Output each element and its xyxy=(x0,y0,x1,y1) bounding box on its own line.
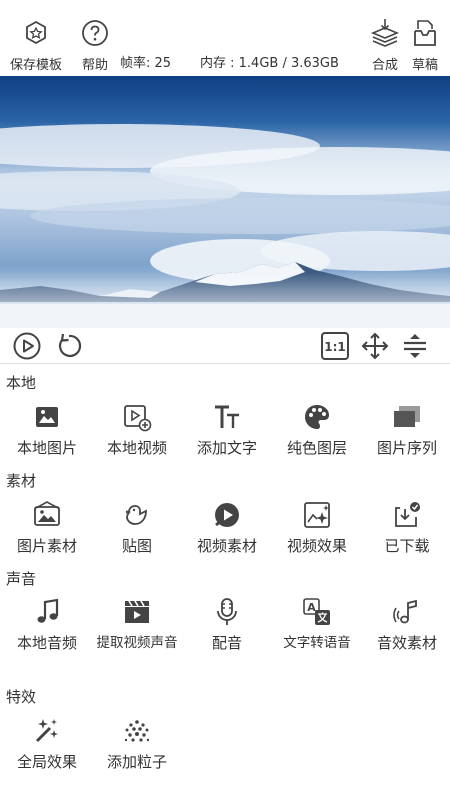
add-particles-label: 添加粒子 xyxy=(106,753,167,771)
video-material-button[interactable]: 视频素材 xyxy=(182,500,272,557)
memory-readout: 内存 : 1.4GB / 3.63GB xyxy=(200,56,339,71)
image-sequence-label: 图片序列 xyxy=(376,439,437,457)
local-audio-label: 本地音频 xyxy=(16,634,77,652)
sound-wave-note-icon xyxy=(392,597,422,627)
move-arrows-icon xyxy=(361,332,389,360)
image-stack-icon xyxy=(392,402,422,432)
sparkle-frame-icon xyxy=(302,500,332,530)
translate-icon: A xyxy=(302,597,332,627)
bird-sticker-icon xyxy=(122,500,152,530)
fps-readout: 帧率: 25 xyxy=(120,56,172,71)
video-add-icon xyxy=(122,402,152,432)
palette-icon xyxy=(302,402,332,432)
add-text-button[interactable]: 添加文字 xyxy=(182,402,272,459)
extract-audio-label: 提取视频声音 xyxy=(96,635,178,651)
replay-button[interactable] xyxy=(54,331,84,361)
aspect-ratio-button[interactable]: 1:1 xyxy=(320,331,350,361)
video-effects-button[interactable]: 视频效果 xyxy=(272,500,362,557)
solid-layer-label: 纯色图层 xyxy=(286,439,347,457)
section-effects-title: 特效 xyxy=(6,688,37,706)
image-material-icon xyxy=(32,500,62,530)
video-material-label: 视频素材 xyxy=(196,537,257,555)
save-template-label: 保存模板 xyxy=(10,58,63,73)
compose-label: 合成 xyxy=(371,58,398,73)
draft-button[interactable]: 草稿 xyxy=(410,18,440,73)
layers-download-icon xyxy=(370,18,400,52)
text-icon xyxy=(212,402,242,432)
magic-wand-icon xyxy=(32,716,62,746)
local-video-button[interactable]: 本地视频 xyxy=(92,402,182,459)
dubbing-label: 配音 xyxy=(211,634,242,652)
section-sound-title: 声音 xyxy=(6,570,37,588)
expand-button[interactable] xyxy=(400,331,430,361)
clapperboard-icon xyxy=(122,597,152,627)
add-text-label: 添加文字 xyxy=(196,439,257,457)
extract-audio-button[interactable]: 提取视频声音 xyxy=(92,597,182,654)
help-icon xyxy=(80,18,110,52)
image-material-button[interactable]: 图片素材 xyxy=(2,500,92,557)
particles-icon xyxy=(122,716,152,746)
local-image-label: 本地图片 xyxy=(16,439,77,457)
add-particles-button[interactable]: 添加粒子 xyxy=(92,716,182,773)
local-audio-button[interactable]: 本地音频 xyxy=(2,597,92,654)
sticker-label: 贴图 xyxy=(121,537,152,555)
svg-text:A: A xyxy=(307,601,316,614)
image-material-label: 图片素材 xyxy=(16,537,77,555)
sound-effects-label: 音效素材 xyxy=(376,634,437,652)
image-sequence-button[interactable]: 图片序列 xyxy=(362,402,450,459)
downloaded-label: 已下载 xyxy=(384,537,430,555)
help-button[interactable]: 帮助 xyxy=(80,18,110,73)
draft-box-icon xyxy=(410,18,440,52)
sound-effects-button[interactable]: 音效素材 xyxy=(362,597,450,654)
dubbing-button[interactable]: 配音 xyxy=(182,597,272,654)
draft-label: 草稿 xyxy=(411,58,438,73)
downloaded-check-icon xyxy=(392,500,422,530)
preview-image xyxy=(0,76,450,328)
ratio-1-1-icon: 1:1 xyxy=(321,332,349,360)
microphone-icon xyxy=(212,597,242,627)
replay-icon xyxy=(59,333,82,357)
image-icon xyxy=(32,402,62,432)
solid-layer-button[interactable]: 纯色图层 xyxy=(272,402,362,459)
help-label: 帮助 xyxy=(81,58,108,73)
downloaded-button[interactable]: 已下载 xyxy=(362,500,450,557)
music-note-icon xyxy=(32,597,62,627)
global-effects-label: 全局效果 xyxy=(16,753,77,771)
text-to-speech-button[interactable]: A 文字转语音 xyxy=(272,597,362,654)
expand-vertical-icon xyxy=(404,334,426,358)
global-effects-button[interactable]: 全局效果 xyxy=(2,716,92,773)
video-preview[interactable] xyxy=(0,76,450,328)
section-material-title: 素材 xyxy=(6,472,37,490)
save-template-icon xyxy=(21,18,51,52)
save-template-button[interactable]: 保存模板 xyxy=(10,18,62,73)
video-play-icon xyxy=(212,500,242,530)
svg-text:1:1: 1:1 xyxy=(324,340,346,354)
local-image-button[interactable]: 本地图片 xyxy=(2,402,92,459)
local-video-label: 本地视频 xyxy=(106,439,167,457)
top-toolbar: 保存模板 帮助 帧率: 25 内存 : 1.4GB / 3.63GB 合成 草稿 xyxy=(0,0,450,76)
text-to-speech-label: 文字转语音 xyxy=(283,635,351,651)
video-effects-label: 视频效果 xyxy=(286,537,347,555)
section-local-title: 本地 xyxy=(6,374,37,392)
play-button[interactable] xyxy=(12,331,42,361)
play-icon xyxy=(13,332,41,360)
playback-controls: 1:1 xyxy=(0,328,450,364)
move-button[interactable] xyxy=(360,331,390,361)
compose-button[interactable]: 合成 xyxy=(370,18,400,73)
sticker-button[interactable]: 贴图 xyxy=(92,500,182,557)
